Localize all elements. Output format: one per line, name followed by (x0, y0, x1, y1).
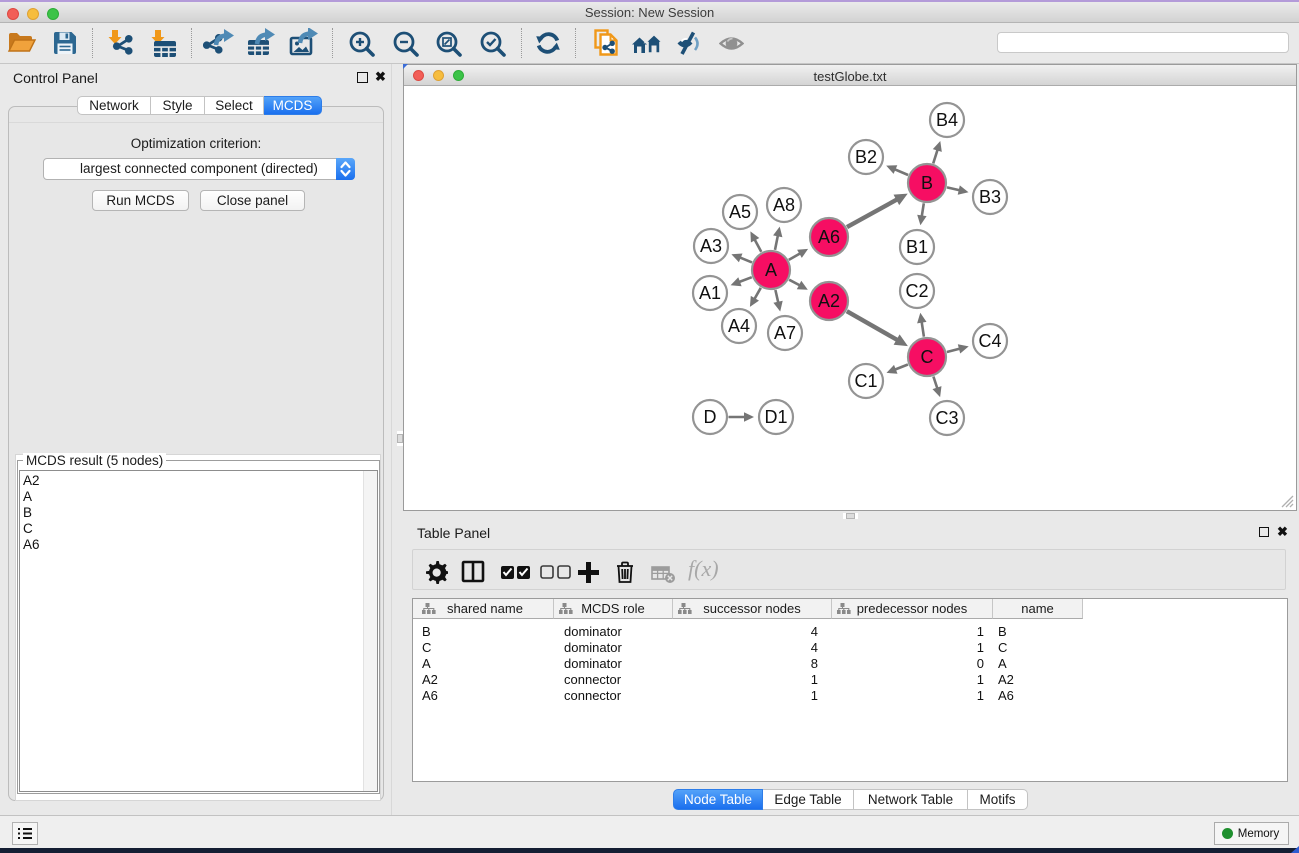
svg-text:A7: A7 (774, 323, 796, 343)
svg-text:D: D (704, 407, 717, 427)
svg-text:A6: A6 (818, 227, 840, 247)
svg-text:C: C (921, 347, 934, 367)
svg-text:B: B (921, 173, 933, 193)
svg-text:D1: D1 (764, 407, 787, 427)
svg-text:A1: A1 (699, 283, 721, 303)
svg-text:A4: A4 (728, 316, 750, 336)
svg-text:C1: C1 (854, 371, 877, 391)
svg-text:B2: B2 (855, 147, 877, 167)
svg-text:A3: A3 (700, 236, 722, 256)
svg-text:B4: B4 (936, 110, 958, 130)
svg-text:B1: B1 (906, 237, 928, 257)
svg-text:C4: C4 (978, 331, 1001, 351)
svg-text:A: A (765, 260, 777, 280)
svg-text:A8: A8 (773, 195, 795, 215)
svg-text:C3: C3 (935, 408, 958, 428)
svg-text:A5: A5 (729, 202, 751, 222)
svg-text:C2: C2 (905, 281, 928, 301)
svg-text:B3: B3 (979, 187, 1001, 207)
svg-text:A2: A2 (818, 291, 840, 311)
